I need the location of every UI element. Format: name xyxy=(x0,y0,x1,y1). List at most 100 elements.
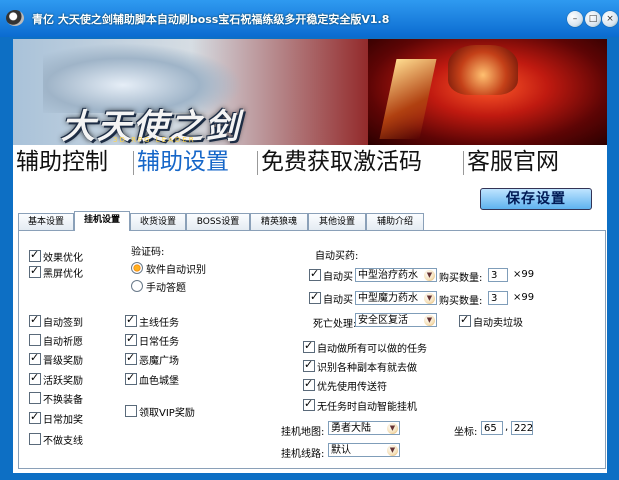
select-death-handling[interactable]: 安全区复活 ▼ xyxy=(355,313,437,327)
chevron-down-icon: ▼ xyxy=(387,423,398,434)
checkbox-main-quest[interactable]: 主线任务 xyxy=(125,313,179,329)
checkbox-icon xyxy=(29,351,41,365)
nav-divider xyxy=(257,151,258,175)
radio-icon xyxy=(131,262,143,274)
tab-boss-settings[interactable]: BOSS设置 xyxy=(186,213,250,230)
checkbox-icon xyxy=(309,290,321,304)
game-logo-subtitle: 3D RPG LEADER xyxy=(113,136,196,144)
coord-y-input[interactable]: 222 xyxy=(511,421,533,435)
nav-item-support-site[interactable]: 客服官网 xyxy=(467,148,559,176)
coords-label: 坐标: xyxy=(454,427,478,438)
checkbox-prefer-teleport[interactable]: 优先使用传送符 xyxy=(303,377,387,393)
checkbox-daily-bonus[interactable]: 日常加奖 xyxy=(29,410,83,426)
checkbox-blackscreen-optimize[interactable]: 黑屏优化 xyxy=(29,264,83,280)
checkbox-detect-dungeons[interactable]: 识别各种副本有就去做 xyxy=(303,358,417,374)
idle-route-label: 挂机线路: xyxy=(281,449,325,460)
tab-assist-intro[interactable]: 辅助介绍 xyxy=(366,213,424,230)
checkbox-blood-castle[interactable]: 血色城堡 xyxy=(125,371,179,387)
checkbox-demon-square[interactable]: 恶魔广场 xyxy=(125,351,179,367)
chevron-down-icon: ▼ xyxy=(424,293,435,304)
qty-multiplier: ×99 xyxy=(513,292,535,303)
checkbox-icon xyxy=(29,371,41,385)
app-icon xyxy=(6,10,24,26)
select-mana-potion[interactable]: 中型魔力药水 ▼ xyxy=(355,291,437,305)
select-idle-map[interactable]: 勇者大陆 ▼ xyxy=(328,421,400,435)
checkbox-skip-side-quests[interactable]: 不做支线 xyxy=(29,432,83,447)
checkbox-icon xyxy=(303,339,315,353)
checkbox-icon xyxy=(459,313,471,327)
maximize-icon: □ xyxy=(588,14,598,24)
checkbox-icon xyxy=(309,267,321,281)
checkbox-icon xyxy=(29,392,41,404)
checkbox-do-all-quests[interactable]: 自动做所有可以做的任务 xyxy=(303,339,427,355)
chevron-down-icon: ▼ xyxy=(387,445,398,456)
maximize-button[interactable]: □ xyxy=(585,11,601,27)
checkbox-auto-sell-junk[interactable]: 自动卖垃圾 xyxy=(459,313,523,329)
checkbox-promotion-reward[interactable]: 晋级奖励 xyxy=(29,351,83,367)
checkbox-auto-pray[interactable]: 自动祈愿 xyxy=(29,333,83,348)
checkbox-icon xyxy=(125,351,137,365)
auto-buy-label: 自动买药: xyxy=(315,251,359,262)
minimize-icon: – xyxy=(572,14,578,24)
checkbox-icon xyxy=(29,264,41,278)
checkbox-icon xyxy=(303,397,315,411)
settings-area: 保存设置 基本设置 挂机设置 收货设置 BOSS设置 精英狼魂 其他设置 辅助介… xyxy=(13,181,607,473)
buy-qty-label: 购买数量: xyxy=(439,273,483,284)
checkbox-daily-quest[interactable]: 日常任务 xyxy=(125,332,179,348)
checkbox-icon xyxy=(29,248,41,262)
save-settings-button[interactable]: 保存设置 xyxy=(480,188,592,210)
checkbox-icon xyxy=(125,313,137,327)
nav-item-free-activation-code[interactable]: 免费获取激活码 xyxy=(261,148,422,176)
chevron-down-icon: ▼ xyxy=(424,315,435,326)
checkbox-icon xyxy=(303,358,315,372)
nav-item-assist-settings[interactable]: 辅助设置 xyxy=(137,148,229,176)
nav-divider xyxy=(133,151,134,175)
checkbox-icon xyxy=(29,313,41,327)
checkbox-smart-idle[interactable]: 无任务时自动智能挂机 xyxy=(303,397,417,413)
chevron-down-icon: ▼ xyxy=(424,270,435,281)
main-nav: 辅助控制 辅助设置 免费获取激活码 客服官网 xyxy=(13,145,607,181)
tab-basic-settings[interactable]: 基本设置 xyxy=(18,213,74,230)
buy-qty-label: 购买数量: xyxy=(439,296,483,307)
radio-auto-recognize[interactable]: 软件自动识别 xyxy=(131,261,206,276)
nav-item-assist-control[interactable]: 辅助控制 xyxy=(16,148,108,176)
warrior-artwork xyxy=(368,39,607,145)
death-handling-label: 死亡处理: xyxy=(313,319,357,330)
tab-other-settings[interactable]: 其他设置 xyxy=(308,213,366,230)
checkbox-claim-vip-reward[interactable]: 领取VIP奖励 xyxy=(125,404,195,419)
checkbox-keep-equipment[interactable]: 不换装备 xyxy=(29,391,83,406)
tab-pickup-settings[interactable]: 收货设置 xyxy=(130,213,186,230)
warrior-helmet-art xyxy=(448,45,518,95)
tab-idle-settings[interactable]: 挂机设置 xyxy=(74,211,130,231)
idle-settings-panel: 效果优化 黑屏优化 自动签到 自动祈愿 晋级奖励 活跃奖励 不换装备 日常加奖 … xyxy=(18,230,606,469)
coord-x-input[interactable]: 65 xyxy=(481,421,503,435)
minimize-button[interactable]: – xyxy=(567,11,583,27)
warrior-blade-art xyxy=(379,59,437,139)
radio-icon xyxy=(131,280,143,292)
mana-qty-input[interactable]: 3 xyxy=(488,291,508,305)
heal-qty-input[interactable]: 3 xyxy=(488,268,508,282)
checkbox-auto-buy-heal[interactable]: 自动买 xyxy=(309,267,353,283)
radio-manual-answer[interactable]: 手动答题 xyxy=(131,279,186,294)
coord-separator: , xyxy=(505,422,509,433)
checkbox-auto-buy-mana[interactable]: 自动买 xyxy=(309,290,353,306)
checkbox-auto-signin[interactable]: 自动签到 xyxy=(29,313,83,329)
qty-multiplier: ×99 xyxy=(513,269,535,280)
checkbox-icon xyxy=(29,433,41,445)
nav-divider xyxy=(463,151,464,175)
close-icon: × xyxy=(606,14,614,24)
select-idle-route[interactable]: 默认 ▼ xyxy=(328,443,400,457)
checkbox-activity-reward[interactable]: 活跃奖励 xyxy=(29,371,83,387)
window-title: 青亿 大天使之剑辅助脚本自动刷boss宝石祝福练级多开稳定安全版V1.8 xyxy=(32,13,390,26)
close-button[interactable]: × xyxy=(602,11,618,27)
game-banner: 大天使之剑 3D RPG LEADER xyxy=(13,39,607,145)
checkbox-icon xyxy=(303,377,315,391)
tab-elite-wolf-soul[interactable]: 精英狼魂 xyxy=(250,213,308,230)
checkbox-icon xyxy=(29,410,41,424)
select-heal-potion[interactable]: 中型治疗药水 ▼ xyxy=(355,268,437,282)
checkbox-effect-optimize[interactable]: 效果优化 xyxy=(29,248,83,264)
checkbox-icon xyxy=(125,405,137,417)
idle-map-label: 挂机地图: xyxy=(281,427,325,438)
title-bar: 青亿 大天使之剑辅助脚本自动刷boss宝石祝福练级多开稳定安全版V1.8 – □… xyxy=(0,0,619,37)
checkbox-icon xyxy=(125,332,137,346)
